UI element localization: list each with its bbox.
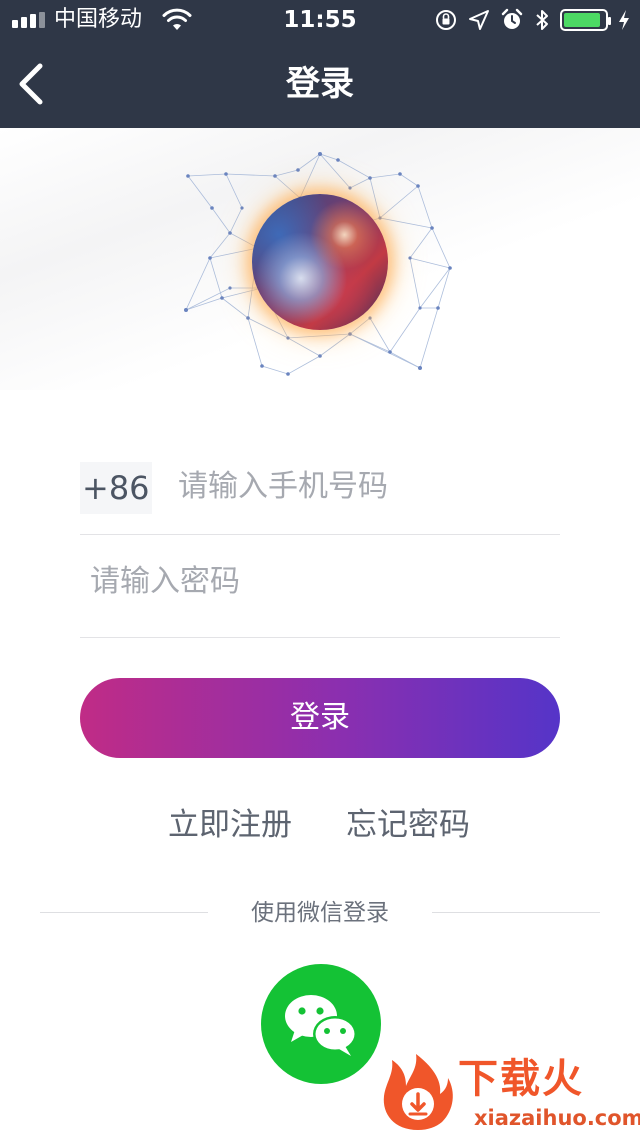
status-icons bbox=[434, 8, 630, 32]
watermark-title: 下载火 bbox=[458, 1056, 584, 1102]
divider-line-right bbox=[432, 912, 600, 913]
planet-image bbox=[252, 194, 388, 330]
watermark: 下载火 xiazaihuo.com bbox=[378, 1050, 640, 1136]
page-title: 登录 bbox=[286, 64, 354, 104]
watermark-url: xiazaihuo.com bbox=[474, 1106, 640, 1130]
wechat-icon bbox=[285, 995, 357, 1056]
charging-icon bbox=[619, 10, 629, 30]
back-button[interactable] bbox=[12, 62, 56, 106]
alarm-icon bbox=[501, 8, 523, 29]
wifi-icon bbox=[162, 8, 192, 30]
divider-line-left bbox=[40, 912, 208, 913]
password-field-row bbox=[80, 535, 560, 638]
carrier-name: 中国移动 bbox=[54, 7, 143, 32]
navigation-bar: 登录 bbox=[0, 40, 640, 128]
phone-field-row: +86 bbox=[80, 440, 560, 535]
signal-strength-icon bbox=[12, 12, 45, 28]
status-bar: 中国移动 11:55 bbox=[0, 0, 640, 40]
location-icon bbox=[469, 10, 489, 30]
social-login-label: 使用微信登录 bbox=[251, 900, 389, 926]
social-login-divider: 使用微信登录 bbox=[40, 893, 600, 933]
wechat-login-button[interactable] bbox=[261, 964, 381, 1084]
register-link[interactable]: 立即注册 bbox=[168, 800, 292, 850]
battery-level bbox=[564, 13, 600, 27]
battery-icon bbox=[560, 9, 611, 31]
phone-input[interactable] bbox=[176, 454, 560, 518]
chevron-left-icon bbox=[19, 63, 43, 105]
flame-logo-icon bbox=[383, 1054, 453, 1130]
clock: 11:55 bbox=[283, 7, 357, 33]
forgot-password-link[interactable]: 忘记密码 bbox=[346, 800, 470, 850]
country-code-selector[interactable]: +86 bbox=[80, 462, 152, 514]
bluetooth-icon bbox=[536, 10, 548, 30]
account-links: 立即注册 忘记密码 bbox=[0, 800, 640, 850]
rotation-lock-icon bbox=[436, 10, 456, 30]
password-input[interactable] bbox=[88, 549, 552, 613]
login-button[interactable]: 登录 bbox=[80, 678, 560, 758]
top-bar: 中国移动 11:55 登录 bbox=[0, 0, 640, 128]
